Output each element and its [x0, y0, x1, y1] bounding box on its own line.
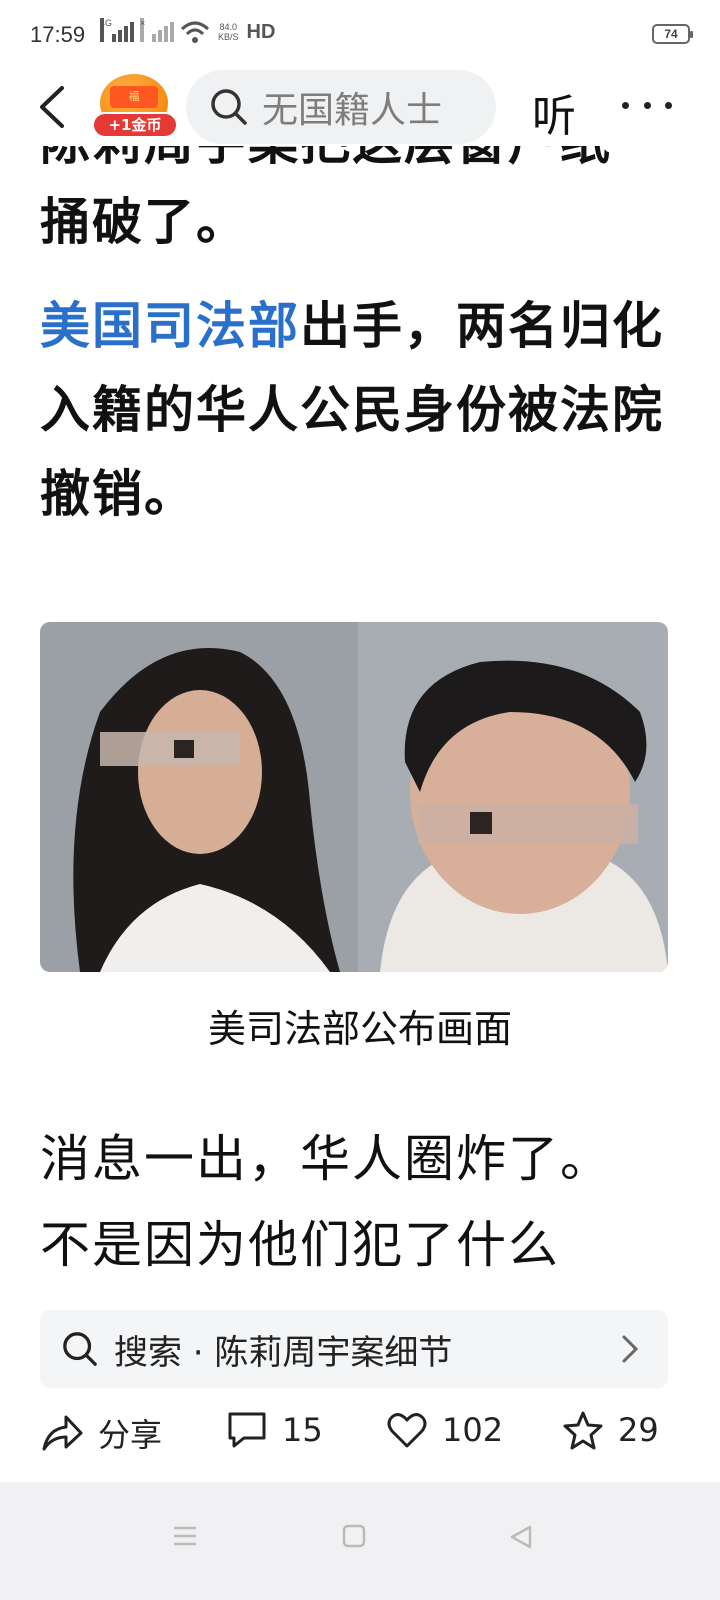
- share-icon: [42, 1415, 83, 1451]
- share-label: 分享: [98, 1416, 163, 1454]
- back-triangle-icon[interactable]: [508, 1524, 534, 1550]
- menu-icon[interactable]: [172, 1524, 198, 1548]
- share-button[interactable]: 分享: [40, 1410, 162, 1456]
- search-icon: [63, 1332, 97, 1366]
- related-search-text: 搜索 · 陈莉周宇案细节: [114, 1332, 453, 1373]
- chevron-left-icon[interactable]: [30, 82, 80, 132]
- wifi-icon: [180, 21, 210, 43]
- article-image[interactable]: [40, 622, 668, 972]
- image-caption: 美司法部公布画面: [207, 1007, 512, 1051]
- coin-reward-button[interactable]: 福 +1金币: [92, 70, 178, 142]
- paragraph-2: 美国司法部出手，两名归化入籍的华人公民身份被法院撤销。: [40, 297, 664, 523]
- status-time: 17:59: [30, 22, 86, 47]
- action-bar: 分享 15 102 29: [40, 1400, 680, 1470]
- status-bar: 17:59 4G × 84.0 KB/S HD 74: [0, 0, 720, 70]
- comment-count: 15: [282, 1411, 323, 1449]
- mugshot-photo: [40, 622, 668, 972]
- signal-2-icon: ×: [140, 18, 174, 44]
- comment-icon: [228, 1412, 266, 1448]
- like-count: 102: [442, 1411, 504, 1449]
- doj-link[interactable]: 美国司法部: [40, 297, 300, 355]
- red-envelope-icon: 福: [110, 86, 158, 108]
- search-input[interactable]: 无国籍人士: [186, 70, 496, 144]
- home-icon[interactable]: [342, 1524, 366, 1548]
- search-placeholder: 无国籍人士: [262, 90, 443, 131]
- more-horizontal-icon[interactable]: [622, 90, 672, 120]
- star-icon: [563, 1411, 603, 1450]
- system-nav-bar: [0, 1482, 720, 1600]
- hd-indicator: HD: [246, 20, 276, 43]
- comment-button[interactable]: 15: [226, 1410, 323, 1450]
- listen-button[interactable]: 听: [532, 80, 576, 144]
- related-search-bar[interactable]: 搜索 · 陈莉周宇案细节: [40, 1310, 668, 1388]
- favorite-button[interactable]: 29: [562, 1410, 659, 1450]
- status-icons: 4G × 84.0 KB/S HD: [100, 18, 276, 44]
- chevron-right-icon: [622, 1335, 639, 1363]
- signal-icon: 4G: [100, 18, 134, 44]
- paragraph-1-end: 捅破了。: [40, 193, 248, 251]
- battery-icon: 74: [652, 24, 693, 44]
- paragraph-3: 消息一出，华人圈炸了。 不是因为他们犯了什么: [40, 1130, 612, 1274]
- heart-icon: [387, 1413, 427, 1448]
- favorite-count: 29: [618, 1411, 659, 1449]
- like-button[interactable]: 102: [386, 1410, 503, 1450]
- search-icon: [211, 89, 247, 125]
- net-speed: 84.0 KB/S: [218, 22, 239, 42]
- header: 福 +1金币 无国籍人士 听: [0, 70, 720, 146]
- article-body: 陈莉周宇案把这层窗户纸 捅破了。 美国司法部出手，两名归化入籍的华人公民身份被法…: [40, 120, 680, 536]
- coin-reward-badge: +1金币: [92, 112, 178, 138]
